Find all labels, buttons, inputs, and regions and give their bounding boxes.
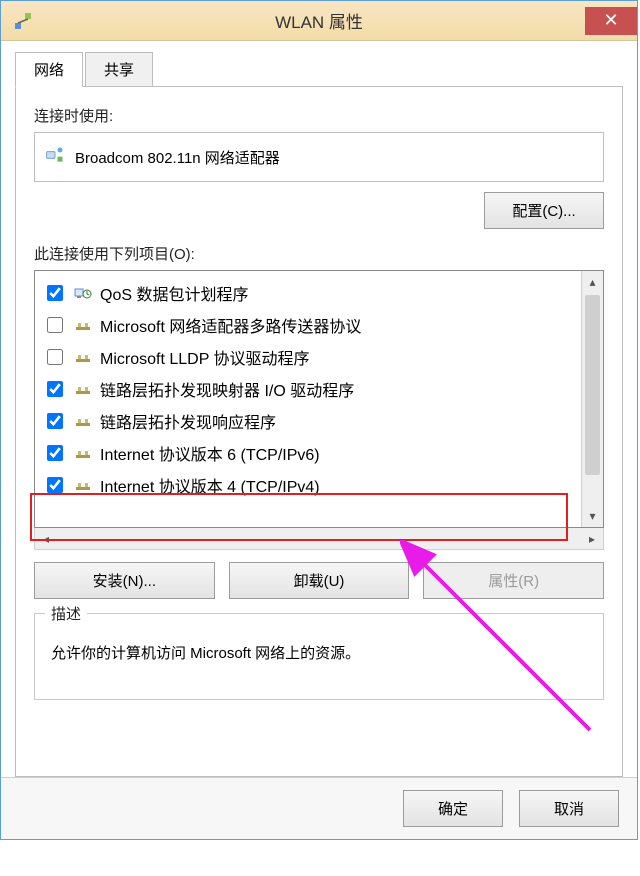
qos-icon — [74, 285, 92, 301]
list-item[interactable]: 链路层拓扑发现响应程序 — [41, 405, 577, 437]
scroll-up-arrow[interactable]: ▴ — [582, 271, 603, 293]
list-item-label: Internet 协议版本 4 (TCP/IPv4) — [100, 473, 320, 497]
list-item-checkbox[interactable] — [47, 381, 63, 397]
tab-sharing[interactable]: 共享 — [85, 52, 153, 87]
tab-strip: 网络 共享 — [15, 52, 623, 87]
install-button[interactable]: 安装(N)... — [34, 562, 215, 599]
ok-button-label: 确定 — [438, 801, 468, 818]
listbox-viewport[interactable]: QoS 数据包计划程序 Microsoft 网络适配器多路传送器协议 Microso… — [35, 271, 581, 527]
list-item[interactable]: Microsoft 网络适配器多路传送器协议 — [41, 309, 577, 341]
list-item-checkbox[interactable] — [47, 285, 63, 301]
list-item-checkbox[interactable] — [47, 477, 63, 493]
window-title: WLAN 属性 — [1, 8, 637, 33]
ok-button[interactable]: 确定 — [403, 790, 503, 827]
protocol-icon — [74, 445, 92, 461]
description-group: 描述 允许你的计算机访问 Microsoft 网络上的资源。 — [34, 613, 604, 700]
network-adapter-icon — [45, 145, 65, 169]
scroll-left-arrow[interactable]: ◂ — [35, 528, 57, 549]
list-item[interactable]: Internet 协议版本 6 (TCP/IPv6) — [41, 437, 577, 469]
list-item-checkbox[interactable] — [47, 349, 63, 365]
list-item-checkbox[interactable] — [47, 445, 63, 461]
protocol-icon — [74, 413, 92, 429]
scroll-right-arrow[interactable]: ▸ — [581, 528, 603, 549]
tab-network[interactable]: 网络 — [15, 52, 83, 87]
properties-button: 属性(R) — [423, 562, 604, 599]
adapter-name: Broadcom 802.11n 网络适配器 — [75, 147, 280, 168]
cancel-button-label: 取消 — [554, 801, 584, 818]
connect-using-label: 连接时使用: — [34, 105, 604, 126]
client-area: 网络 共享 连接时使用: Broadcom 802.11n 网络适配器 配置(C… — [1, 41, 637, 777]
list-item-label: QoS 数据包计划程序 — [100, 281, 248, 305]
titlebar: WLAN 属性 ✕ — [1, 1, 637, 41]
scroll-down-arrow[interactable]: ▾ — [582, 505, 603, 527]
list-item-label: Internet 协议版本 6 (TCP/IPv6) — [100, 441, 320, 465]
dialog-footer: 确定 取消 — [1, 777, 637, 839]
list-item-label: Microsoft LLDP 协议驱动程序 — [100, 345, 310, 369]
protocol-icon — [74, 477, 92, 493]
list-item-checkbox[interactable] — [47, 413, 63, 429]
list-item[interactable]: 链路层拓扑发现映射器 I/O 驱动程序 — [41, 373, 577, 405]
cancel-button[interactable]: 取消 — [519, 790, 619, 827]
list-item[interactable]: QoS 数据包计划程序 — [41, 277, 577, 309]
description-text: 允许你的计算机访问 Microsoft 网络上的资源。 — [51, 642, 587, 663]
uninstall-button-label: 卸载(U) — [294, 573, 345, 590]
list-item-label: 链路层拓扑发现映射器 I/O 驱动程序 — [100, 377, 354, 401]
tab-network-label: 网络 — [34, 62, 64, 79]
protocol-icon — [74, 317, 92, 333]
items-label: 此连接使用下列项目(O): — [34, 243, 604, 264]
uninstall-button[interactable]: 卸载(U) — [229, 562, 410, 599]
configure-button-label: 配置(C)... — [512, 203, 575, 220]
properties-button-label: 属性(R) — [488, 573, 539, 590]
wlan-properties-window: WLAN 属性 ✕ 网络 共享 连接时使用: Broadcom 802.11n … — [0, 0, 638, 840]
components-listbox: QoS 数据包计划程序 Microsoft 网络适配器多路传送器协议 Microso… — [34, 270, 604, 528]
description-legend: 描述 — [45, 603, 87, 624]
scroll-thumb[interactable] — [585, 295, 600, 475]
protocol-icon — [74, 349, 92, 365]
vertical-scrollbar[interactable]: ▴ ▾ — [581, 271, 603, 527]
list-item[interactable]: Internet 协议版本 4 (TCP/IPv4) — [41, 469, 577, 501]
list-item-label: Microsoft 网络适配器多路传送器协议 — [100, 313, 361, 337]
tab-panel-network: 连接时使用: Broadcom 802.11n 网络适配器 配置(C)... 此… — [15, 86, 623, 777]
list-item[interactable]: Microsoft LLDP 协议驱动程序 — [41, 341, 577, 373]
protocol-icon — [74, 381, 92, 397]
configure-button[interactable]: 配置(C)... — [484, 192, 604, 229]
install-button-label: 安装(N)... — [93, 573, 156, 590]
list-item-checkbox[interactable] — [47, 317, 63, 333]
button-row: 安装(N)... 卸载(U) 属性(R) — [34, 562, 604, 599]
adapter-box[interactable]: Broadcom 802.11n 网络适配器 — [34, 132, 604, 182]
tab-sharing-label: 共享 — [104, 62, 134, 79]
list-item-label: 链路层拓扑发现响应程序 — [100, 409, 276, 433]
horizontal-scrollbar[interactable]: ◂ ▸ — [34, 528, 604, 550]
